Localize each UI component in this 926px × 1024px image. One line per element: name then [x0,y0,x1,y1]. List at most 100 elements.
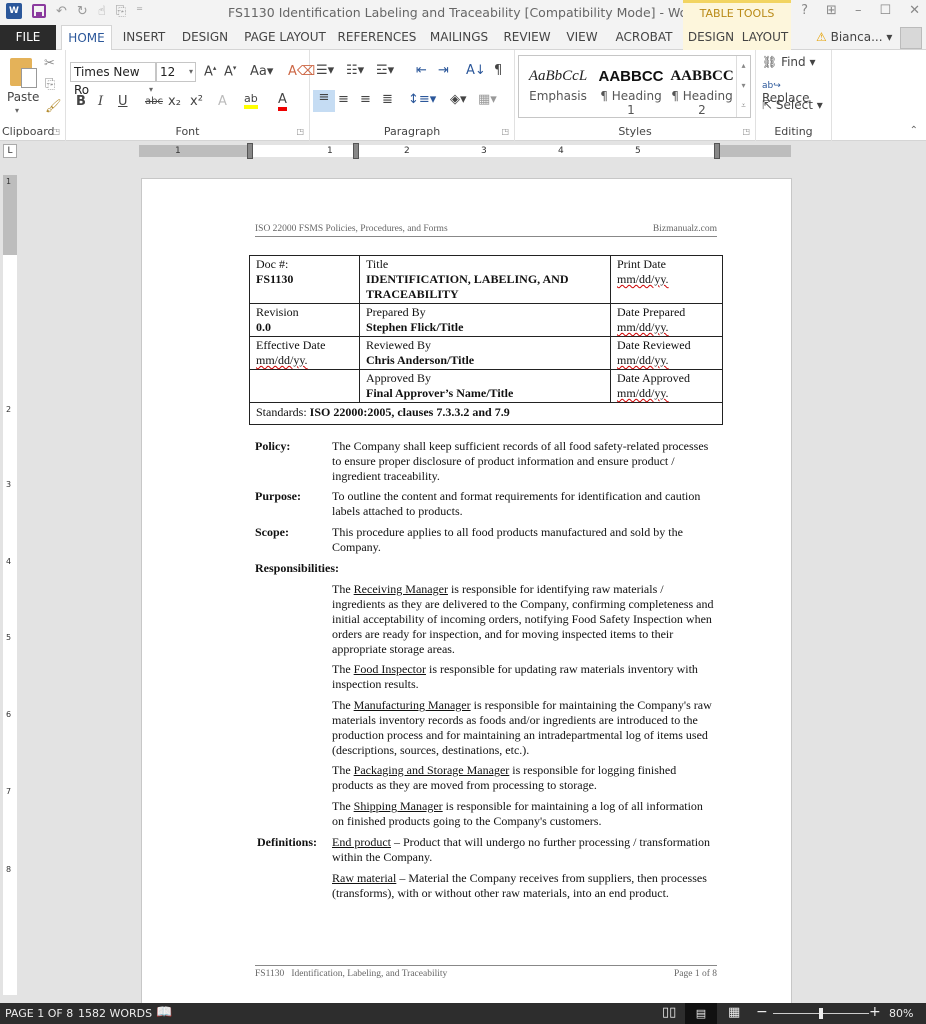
tab-selector[interactable]: L [3,144,17,158]
tab-table-design[interactable]: DESIGN [683,25,739,50]
underline-button[interactable]: U [118,94,128,109]
clipboard-launcher-icon[interactable]: ◳ [52,127,60,136]
vertical-ruler[interactable]: 1 2 3 4 5 6 7 8 [3,175,17,995]
close-icon[interactable]: ✕ [909,3,920,18]
column-marker[interactable] [353,143,359,159]
font-color-icon[interactable]: A [278,92,287,111]
paste-icon[interactable] [10,58,37,88]
zoom-level[interactable]: 80% [889,1007,913,1020]
styles-launcher-icon[interactable]: ◳ [742,127,750,136]
format-painter-icon[interactable]: 🖌 [45,99,62,114]
undo-icon[interactable]: ↶ [56,4,67,19]
grow-font-icon[interactable]: A▴ [204,64,216,79]
read-mode-icon[interactable]: ▯▯ [662,1005,676,1020]
align-right-button[interactable]: ≡ [360,92,371,107]
line-spacing-icon[interactable]: ↕≡▾ [408,92,436,107]
table-cell[interactable]: Standards: ISO 22000:2005, clauses 7.3.3… [249,402,723,425]
justify-button[interactable]: ≣ [382,92,393,107]
tab-references[interactable]: REFERENCES [336,25,418,50]
table-cell[interactable]: Date Prepared mm/dd/yy. [610,303,723,337]
font-launcher-icon[interactable]: ◳ [296,127,304,136]
left-indent-marker[interactable] [247,143,253,159]
subscript-button[interactable]: x₂ [168,94,181,109]
ribbon-display-icon[interactable]: ⊞ [826,3,837,18]
style-heading-2[interactable]: AABBCC ¶ Heading 2 [669,64,735,117]
tab-review[interactable]: REVIEW [500,25,554,50]
table-cell[interactable]: Doc #: FS1130 [249,255,360,304]
table-cell[interactable]: Approved By Final Approver’s Name/Title [359,369,611,403]
tab-acrobat[interactable]: ACROBAT [610,25,678,50]
tab-insert[interactable]: INSERT [116,25,172,50]
right-indent-marker[interactable] [714,143,720,159]
show-formatting-icon[interactable]: ¶ [494,63,502,78]
zoom-slider-thumb[interactable] [819,1008,823,1019]
word-count[interactable]: 1582 WORDS [78,1007,152,1020]
strikethrough-button[interactable]: abc [145,96,163,107]
help-icon[interactable]: ? [801,3,808,18]
select-button[interactable]: ⇱ Select ▾ [762,98,823,112]
tab-view[interactable]: VIEW [560,25,604,50]
table-cell[interactable] [249,369,360,403]
highlight-icon[interactable]: ab [244,92,258,109]
tab-design[interactable]: DESIGN [176,25,234,50]
redo-icon[interactable]: ↻ [77,4,88,19]
document-page[interactable]: ISO 22000 FSMS Policies, Procedures, and… [141,178,792,1008]
sort-icon[interactable]: A↓ [466,63,486,78]
paragraph-launcher-icon[interactable]: ◳ [501,127,509,136]
zoom-in-button[interactable]: + [869,1004,881,1020]
table-cell[interactable]: Title IDENTIFICATION, LABELING, AND TRACE… [359,255,611,304]
tab-table-layout[interactable]: LAYOUT [739,25,791,50]
find-button[interactable]: ⛓ Find ▾ [762,55,816,69]
align-left-button[interactable]: ≡ [313,90,335,112]
table-cell[interactable]: Prepared By Stephen Flick/Title [359,303,611,337]
paste-button[interactable]: Paste [7,90,39,104]
align-center-button[interactable]: ≡ [338,92,349,107]
style-emphasis[interactable]: AaBbCcL Emphasis [523,64,593,103]
proofing-icon[interactable]: 📖 [156,1005,172,1020]
touch-mode-icon[interactable]: ☝ [98,4,106,19]
increase-indent-icon[interactable]: ⇥ [438,63,449,78]
paste-dropdown-icon[interactable]: ▾ [15,106,19,115]
table-cell[interactable]: Reviewed By Chris Anderson/Title [359,336,611,370]
bullets-icon[interactable]: ☰▾ [316,63,334,78]
bold-button[interactable]: B [76,94,86,109]
shrink-font-icon[interactable]: A▾ [224,64,236,79]
table-cell[interactable]: Date Approved mm/dd/yy. [610,369,723,403]
user-account[interactable]: ⚠ Bianca... ▾ [816,30,892,44]
minimize-icon[interactable]: – [855,3,862,18]
tab-page-layout[interactable]: PAGE LAYOUT [240,25,330,50]
cut-icon[interactable]: ✂ [44,56,55,71]
collapse-ribbon-icon[interactable]: ⌃ [910,125,918,136]
horizontal-ruler[interactable]: 1 1 2 3 4 5 6 [139,143,791,159]
superscript-button[interactable]: x² [190,94,203,109]
styles-scroll[interactable]: ▴ ▾ ⩡ [736,56,750,117]
customize-qat-icon[interactable]: ⁼ [136,4,143,19]
page-count[interactable]: PAGE 1 OF 8 [5,1007,73,1020]
shading-icon[interactable]: ◈▾ [450,92,467,107]
tab-file[interactable]: FILE [0,25,56,50]
copy-icon[interactable]: ⎘ [45,77,55,92]
print-layout-icon[interactable]: ▤ [685,1003,717,1024]
numbering-icon[interactable]: ☷▾ [346,63,364,78]
table-cell[interactable]: Print Date mm/dd/yy. [610,255,723,304]
style-heading-1[interactable]: AABBCC ¶ Heading 1 [595,64,667,117]
format-painter-qat-icon[interactable]: ⎘ [116,4,126,19]
maximize-icon[interactable]: ☐ [879,3,891,18]
table-cell[interactable]: Revision 0.0 [249,303,360,337]
save-icon[interactable] [32,4,46,18]
table-cell[interactable]: Date Reviewed mm/dd/yy. [610,336,723,370]
multilevel-list-icon[interactable]: ☲▾ [376,63,394,78]
decrease-indent-icon[interactable]: ⇤ [416,63,427,78]
tab-mailings[interactable]: MAILINGS [424,25,494,50]
font-name-input[interactable]: Times New Ro ▾ [70,62,156,97]
zoom-out-button[interactable]: − [756,1004,768,1020]
borders-icon[interactable]: ▦▾ [478,92,497,107]
avatar[interactable] [900,27,922,49]
tab-home[interactable]: HOME [61,25,112,51]
italic-button[interactable]: I [98,94,103,109]
table-cell[interactable]: Effective Date mm/dd/yy. [249,336,360,370]
web-layout-icon[interactable]: ▦ [728,1005,740,1020]
font-size-input[interactable]: 12 ▾ [156,62,196,82]
text-effects-icon[interactable]: A [218,94,227,109]
change-case-icon[interactable]: Aa▾ [250,64,273,79]
